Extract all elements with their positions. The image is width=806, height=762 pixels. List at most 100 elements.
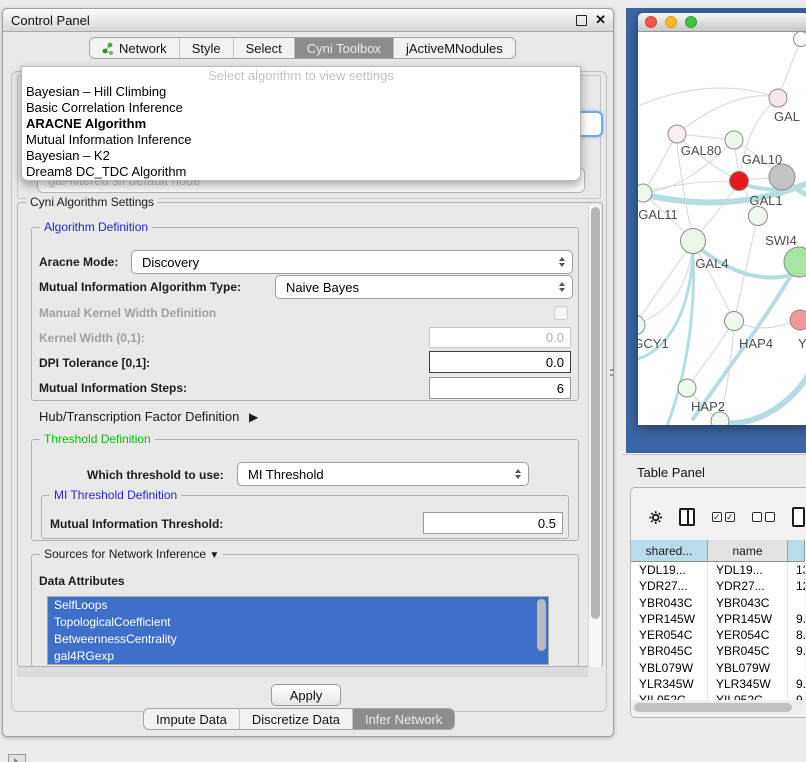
nodes-layer: GALGAL80GAL10GAL1GAL11SWI4GAL4GCY1HAP4YH… xyxy=(638,32,806,426)
tab-select[interactable]: Select xyxy=(233,38,294,58)
network-node[interactable] xyxy=(730,172,749,191)
tab-jactivemnodules[interactable]: jActiveMNodules xyxy=(393,38,515,58)
tab-style[interactable]: Style xyxy=(179,38,233,58)
table-row[interactable]: YLR345WYLR345W9. xyxy=(631,676,805,692)
dpi-tolerance-field[interactable]: 0.0 xyxy=(429,351,571,373)
table-row[interactable]: YDR27...YDR27...12 xyxy=(631,578,805,594)
table-row[interactable]: YBL079WYBL079W xyxy=(631,660,805,676)
gear-icon[interactable] xyxy=(649,508,662,527)
column-header-cut[interactable] xyxy=(788,540,805,562)
tab-network[interactable]: Network xyxy=(90,38,179,58)
network-node[interactable] xyxy=(725,312,744,331)
mi-type-combo[interactable]: Naive Bayes xyxy=(275,275,573,299)
aracne-mode-label: Aracne Mode: xyxy=(39,255,118,269)
split-columns-icon[interactable] xyxy=(679,508,694,526)
attribute-item[interactable]: SelfLoops xyxy=(48,597,548,614)
mi-steps-field[interactable]: 6 xyxy=(429,377,571,399)
dropdown-item[interactable]: Mutual Information Inference xyxy=(22,132,580,148)
network-node[interactable] xyxy=(681,229,706,254)
apply-button[interactable]: Apply xyxy=(271,684,341,706)
kernel-width-field[interactable]: 0.0 xyxy=(429,327,571,348)
dropdown-item[interactable]: Basic Correlation Inference xyxy=(22,100,580,116)
table-row[interactable]: YDL19...YDL19...13 xyxy=(631,562,805,578)
minimized-panel-icon[interactable] xyxy=(8,754,26,762)
attributes-list-scrollbar[interactable] xyxy=(537,599,546,651)
deselect-all-columns-icon[interactable] xyxy=(752,512,775,522)
tab-infer-network[interactable]: Infer Network xyxy=(352,709,454,729)
close-traffic-icon[interactable] xyxy=(645,16,657,28)
network-node[interactable] xyxy=(678,379,696,397)
zoom-traffic-icon[interactable] xyxy=(685,16,697,28)
mi-type-value: Naive Bayes xyxy=(286,280,359,295)
table-row[interactable]: YER054CYER054C8. xyxy=(631,627,805,643)
table-row[interactable]: YIL052CYIL052C9 xyxy=(631,692,805,700)
table-cell: YPR145W xyxy=(708,611,788,627)
tab-cyni-toolbox[interactable]: Cyni Toolbox xyxy=(294,38,393,58)
dropdown-item[interactable]: Bayesian – Hill Climbing xyxy=(22,84,580,100)
which-threshold-combo[interactable]: MI Threshold xyxy=(237,462,529,486)
panel-splitter-handle[interactable] xyxy=(610,369,615,376)
mi-threshold-field[interactable]: 0.5 xyxy=(423,512,563,534)
table-row[interactable]: YBR043CYBR043C xyxy=(631,595,805,611)
network-node[interactable] xyxy=(790,310,806,330)
table-panel-divider xyxy=(622,454,806,455)
attribute-item[interactable]: TopologicalCoefficient xyxy=(48,614,548,631)
table-cell: 13 xyxy=(788,562,805,578)
data-attributes-label: Data Attributes xyxy=(39,574,125,588)
column-header-shared[interactable]: shared... xyxy=(631,540,708,562)
network-desktop: GALGAL80GAL10GAL1GAL11SWI4GAL4GCY1HAP4YH… xyxy=(626,8,806,453)
network-node[interactable] xyxy=(769,89,787,107)
tab-impute-data[interactable]: Impute Data xyxy=(144,709,239,729)
document-icon[interactable] xyxy=(792,507,805,527)
mi-threshold-label: Mutual Information Threshold: xyxy=(50,517,223,531)
table-horizontal-scrollbar[interactable] xyxy=(632,701,804,713)
attribute-item[interactable]: gal4RGexp xyxy=(48,648,548,665)
select-all-columns-icon[interactable]: ✓ ✓ xyxy=(712,512,735,522)
network-node-label: GCY1 xyxy=(638,336,669,351)
table-row[interactable]: YBR045CYBR045C9. xyxy=(631,643,805,659)
scrollbar-thumb[interactable] xyxy=(591,207,600,619)
tab-discretize-data[interactable]: Discretize Data xyxy=(239,709,352,729)
table-cell: 9 xyxy=(788,692,805,700)
table-panel-toolbar: ✓ ✓ xyxy=(631,495,805,539)
network-node[interactable] xyxy=(725,131,743,149)
network-node[interactable] xyxy=(749,207,768,226)
network-node[interactable] xyxy=(711,412,729,425)
network-window[interactable]: GALGAL80GAL10GAL1GAL11SWI4GAL4GCY1HAP4YH… xyxy=(638,13,806,425)
tab-label: Select xyxy=(246,41,282,56)
float-window-icon[interactable] xyxy=(576,15,587,26)
hub-section-label[interactable]: Hub/Transcription Factor Definition ▶ xyxy=(39,409,258,424)
aracne-mode-combo[interactable]: Discovery xyxy=(131,250,573,274)
network-node[interactable] xyxy=(638,315,645,335)
manual-kernel-checkbox[interactable] xyxy=(554,306,568,320)
network-window-titlebar[interactable] xyxy=(638,13,806,32)
network-node[interactable] xyxy=(638,184,652,202)
network-node[interactable] xyxy=(794,32,806,47)
close-icon[interactable]: ✕ xyxy=(595,12,606,28)
table-cell: YDL19... xyxy=(708,562,788,578)
minimize-traffic-icon[interactable] xyxy=(665,16,677,28)
network-node[interactable] xyxy=(668,125,686,143)
collapsed-arrow-icon[interactable]: ▶ xyxy=(249,410,258,424)
column-header-name[interactable]: name xyxy=(708,540,788,562)
table-row[interactable]: YPR145WYPR145W9. xyxy=(631,611,805,627)
control-panel-titlebar[interactable]: Control Panel ✕ xyxy=(3,9,613,32)
tab-label: Impute Data xyxy=(156,712,227,727)
settings-vertical-scrollbar[interactable] xyxy=(588,205,601,667)
cyni-settings-legend: Cyni Algorithm Settings xyxy=(26,195,158,209)
expanded-arrow-icon[interactable]: ▼ xyxy=(209,550,219,561)
network-node[interactable] xyxy=(769,164,795,190)
dropdown-item[interactable]: ARACNE Algorithm xyxy=(22,116,580,132)
table-cell: YDR27... xyxy=(631,578,708,594)
network-node-label: SWI4 xyxy=(765,233,797,248)
table-cell: YLR345W xyxy=(631,676,708,692)
tab-label: Network xyxy=(119,41,167,56)
dropdown-item[interactable]: Bayesian – K2 xyxy=(22,148,580,164)
threshold-definition-legend: Threshold Definition xyxy=(40,432,155,446)
network-node[interactable] xyxy=(784,247,806,277)
unchecked-box-icon xyxy=(765,512,775,522)
attribute-item[interactable]: BetweennessCentrality xyxy=(48,631,548,648)
dropdown-item[interactable]: Dream8 DC_TDC Algorithm xyxy=(22,164,580,180)
network-canvas[interactable]: GALGAL80GAL10GAL1GAL11SWI4GAL4GCY1HAP4YH… xyxy=(638,31,806,425)
scrollbar-thumb[interactable] xyxy=(634,703,792,712)
